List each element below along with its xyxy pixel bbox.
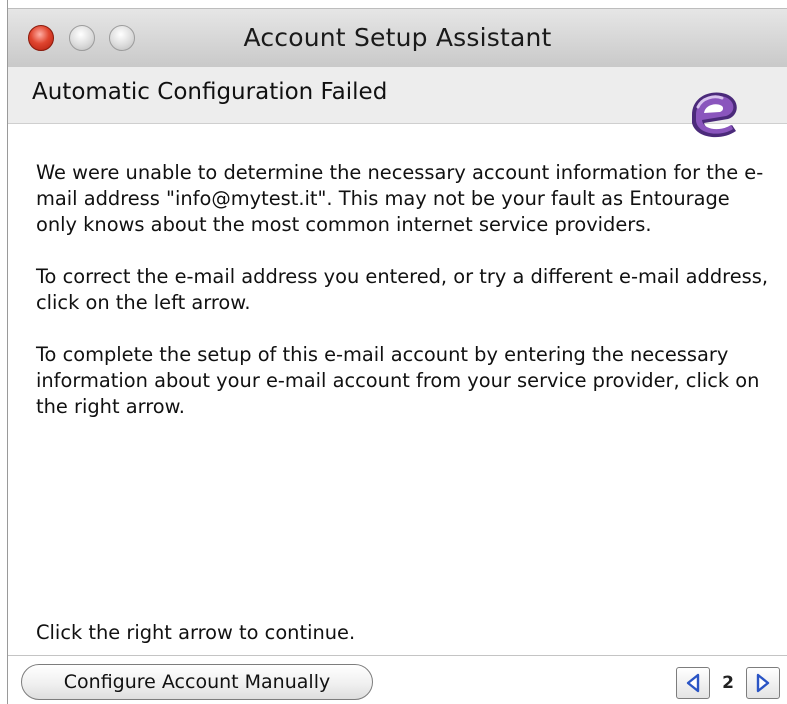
- account-setup-window: Account Setup Assistant Automatic Config…: [7, 0, 787, 704]
- page-navigator: 2: [676, 666, 780, 700]
- left-arrow-icon: [686, 673, 700, 693]
- message-paragraph: To complete the setup of this e-mail acc…: [36, 343, 760, 418]
- window-title: Account Setup Assistant: [243, 23, 552, 52]
- page-header: Automatic Configuration Failed: [8, 67, 787, 124]
- entourage-logo-icon: [692, 92, 737, 138]
- next-page-button[interactable]: [746, 667, 780, 699]
- footer-divider: [8, 655, 787, 656]
- previous-page-button[interactable]: [676, 667, 710, 699]
- message-paragraph: To correct the e-mail address you entere…: [36, 265, 769, 314]
- page-number: 2: [722, 673, 734, 693]
- message-content: We were unable to determine the necessar…: [36, 160, 776, 420]
- message-paragraph: We were unable to determine the necessar…: [36, 161, 764, 236]
- page-title: Automatic Configuration Failed: [32, 79, 388, 105]
- configure-account-manually-button[interactable]: Configure Account Manually: [21, 664, 373, 700]
- continue-instruction: Click the right arrow to continue.: [36, 621, 356, 644]
- right-arrow-icon: [756, 673, 770, 693]
- title-bar: Account Setup Assistant: [8, 8, 787, 68]
